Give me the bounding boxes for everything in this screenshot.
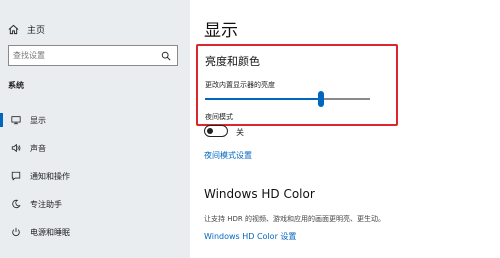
brightness-slider-thumb[interactable] (317, 91, 324, 107)
sidebar-nav: 显示 声音 通知和操作 专注助手 电源和睡眠 (0, 106, 190, 246)
speaker-icon (11, 143, 21, 153)
home-icon (8, 24, 19, 34)
monitor-icon (11, 115, 21, 125)
sidebar-item-label: 声音 (30, 143, 46, 153)
brightness-slider[interactable] (205, 91, 370, 107)
page-title: 显示 (204, 21, 238, 41)
notification-icon (11, 171, 21, 181)
sidebar-item-power-sleep[interactable]: 电源和睡眠 (0, 218, 190, 246)
night-light-toggle[interactable] (204, 125, 228, 137)
search-input[interactable] (9, 51, 161, 60)
sidebar-item-focus-assist[interactable]: 专注助手 (0, 190, 190, 218)
night-light-settings-link[interactable]: 夜间模式设置 (204, 150, 252, 161)
power-icon (11, 227, 21, 237)
hd-color-heading: Windows HD Color (204, 187, 315, 201)
sidebar-item-label: 电源和睡眠 (30, 227, 70, 237)
brightness-color-heading: 亮度和颜色 (205, 55, 260, 68)
night-light-label: 夜间模式 (205, 113, 233, 121)
brightness-slider-label: 更改内置显示器的亮度 (205, 81, 275, 89)
hd-color-settings-link[interactable]: Windows HD Color 设置 (204, 231, 296, 242)
sidebar: 主页 系统 显示 声音 通知和操作 (0, 0, 190, 258)
moon-icon (11, 199, 21, 209)
search-box[interactable] (8, 45, 178, 66)
sidebar-item-notifications[interactable]: 通知和操作 (0, 162, 190, 190)
sidebar-item-label: 通知和操作 (30, 171, 70, 181)
search-icon[interactable] (161, 51, 171, 61)
sidebar-item-display[interactable]: 显示 (0, 106, 190, 134)
brightness-slider-fill (205, 98, 321, 100)
section-label-system: 系统 (8, 81, 24, 90)
home-nav-item[interactable]: 主页 (8, 21, 178, 37)
toggle-knob (207, 127, 213, 134)
night-light-state: 关 (236, 128, 244, 137)
home-label: 主页 (27, 25, 46, 36)
sidebar-item-label: 专注助手 (30, 199, 62, 209)
sidebar-item-label: 显示 (30, 115, 46, 125)
sidebar-item-sound[interactable]: 声音 (0, 134, 190, 162)
hd-color-description: 让支持 HDR 的视频、游戏和应用的画面更明亮、更生动。 (204, 215, 385, 223)
